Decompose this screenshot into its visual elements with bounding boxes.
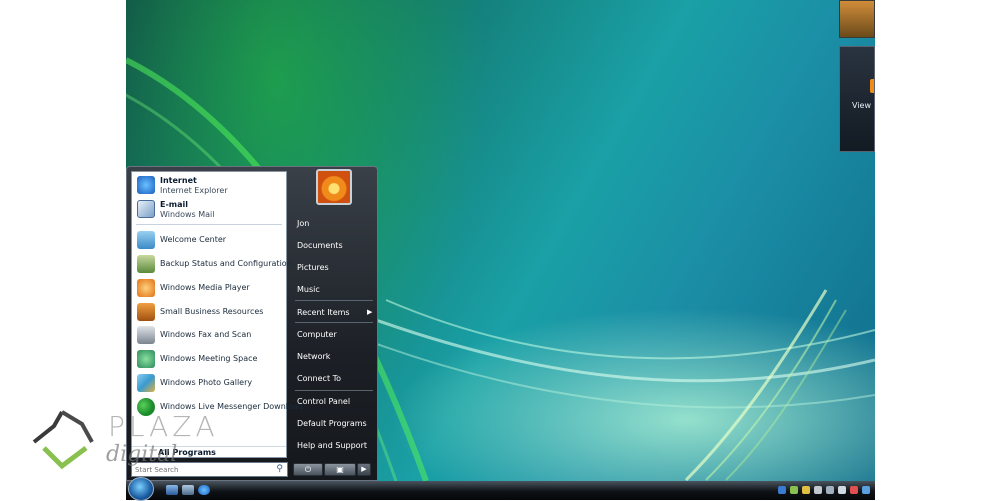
program-label: Windows Meeting Space [160, 354, 258, 363]
feed-headlines-gadget[interactable]: View h [839, 46, 875, 152]
right-item-label: Network [297, 352, 331, 361]
tray-icon[interactable] [850, 486, 858, 494]
right-item-label: Connect To [297, 374, 342, 383]
rss-icon [870, 79, 874, 93]
program-item[interactable]: Welcome Center [134, 229, 284, 251]
internet-explorer-quicklaunch-icon[interactable] [198, 485, 210, 495]
program-item[interactable]: Small Business Resources [134, 301, 284, 323]
program-label: Backup Status and Configuration [160, 259, 292, 268]
plaza-digital-watermark: PLAZA digital [30, 408, 215, 474]
switch-windows-icon[interactable] [182, 485, 194, 495]
user-account-picture[interactable] [316, 169, 352, 205]
program-label: Small Business Resources [160, 307, 264, 316]
start-orb-button[interactable] [128, 477, 154, 501]
right-pane-separator [295, 322, 373, 323]
right-item-documents[interactable]: Documents [297, 238, 375, 256]
watermark-text: PLAZA [108, 410, 219, 443]
bluetooth-tray-icon[interactable] [778, 486, 786, 494]
volume-tray-icon[interactable] [862, 486, 870, 494]
program-label: Welcome Center [160, 235, 227, 244]
windows-mail-icon [137, 200, 155, 218]
power-button[interactable]: ⏻ [293, 463, 323, 476]
watermark-subtext: digital [106, 442, 178, 467]
right-item-connect-to[interactable]: Connect To [297, 371, 375, 389]
pinned-item-subtitle: Internet Explorer [160, 186, 228, 195]
right-item-default-programs[interactable]: Default Programs [297, 416, 375, 434]
right-item-music[interactable]: Music [297, 282, 375, 300]
search-icon[interactable]: ⚲ [276, 464, 283, 474]
chevron-right-icon: ▶ [361, 465, 367, 473]
right-item-label: Music [297, 285, 320, 294]
right-pane-separator [295, 300, 373, 301]
right-item-help-and-support[interactable]: Help and Support [297, 438, 375, 456]
watermark-logo-icon [32, 410, 94, 470]
right-item-label: Pictures [297, 263, 329, 272]
network-tray-icon[interactable] [838, 486, 846, 494]
program-label: Windows Media Player [160, 283, 250, 292]
fax-scan-icon [137, 326, 155, 344]
right-item-label: Documents [297, 241, 343, 250]
tray-icon[interactable] [814, 486, 822, 494]
tray-icon[interactable] [826, 486, 834, 494]
pinned-item-email[interactable]: E-mail Windows Mail [134, 198, 284, 220]
photo-gallery-icon [137, 374, 155, 392]
business-resources-icon [137, 303, 155, 321]
tray-icon[interactable] [790, 486, 798, 494]
backup-icon [137, 255, 155, 273]
right-item-label: Recent Items [297, 308, 350, 317]
media-player-icon [137, 279, 155, 297]
program-item[interactable]: Windows Fax and Scan [134, 324, 284, 346]
right-item-network[interactable]: Network [297, 349, 375, 367]
right-item-label: Control Panel [297, 397, 351, 406]
pinned-item-title: Internet [160, 176, 197, 185]
pinned-item-title: E-mail [160, 200, 189, 209]
program-item[interactable]: Windows Media Player [134, 277, 284, 299]
power-icon: ⏻ [304, 465, 312, 474]
shutdown-options-button[interactable]: ▶ [357, 463, 371, 476]
right-item-pictures[interactable]: Pictures [297, 260, 375, 278]
right-item-recent-items[interactable]: Recent Items ▶ [297, 305, 375, 323]
pinned-item-internet[interactable]: Internet Internet Explorer [134, 174, 284, 196]
feed-gadget-text: View h [852, 101, 874, 110]
program-item[interactable]: Backup Status and Configuration [134, 253, 292, 275]
pinned-separator [136, 224, 282, 225]
right-item-label: Default Programs [297, 419, 367, 428]
program-label: Windows Photo Gallery [160, 378, 253, 387]
right-item-control-panel[interactable]: Control Panel [297, 394, 375, 412]
program-label: Windows Fax and Scan [160, 330, 252, 339]
right-item-label: Computer [297, 330, 337, 339]
program-item[interactable]: Windows Meeting Space [134, 348, 284, 370]
right-item-computer[interactable]: Computer [297, 327, 375, 345]
taskbar [126, 477, 875, 501]
right-item-label: Help and Support [297, 441, 367, 450]
internet-explorer-icon [137, 176, 155, 194]
show-desktop-icon[interactable] [166, 485, 178, 495]
lock-button[interactable]: ▣ [324, 463, 356, 476]
meeting-space-icon [137, 350, 155, 368]
user-name-label: Jon [297, 219, 310, 228]
security-tray-icon[interactable] [802, 486, 810, 494]
slideshow-gadget[interactable] [839, 0, 875, 38]
right-item-user[interactable]: Jon [297, 216, 375, 234]
welcome-center-icon [137, 231, 155, 249]
lock-icon: ▣ [336, 465, 344, 474]
program-item[interactable]: Windows Photo Gallery [134, 372, 284, 394]
right-pane-separator [295, 390, 373, 391]
pinned-item-subtitle: Windows Mail [160, 210, 215, 219]
submenu-arrow-icon: ▶ [367, 308, 373, 316]
